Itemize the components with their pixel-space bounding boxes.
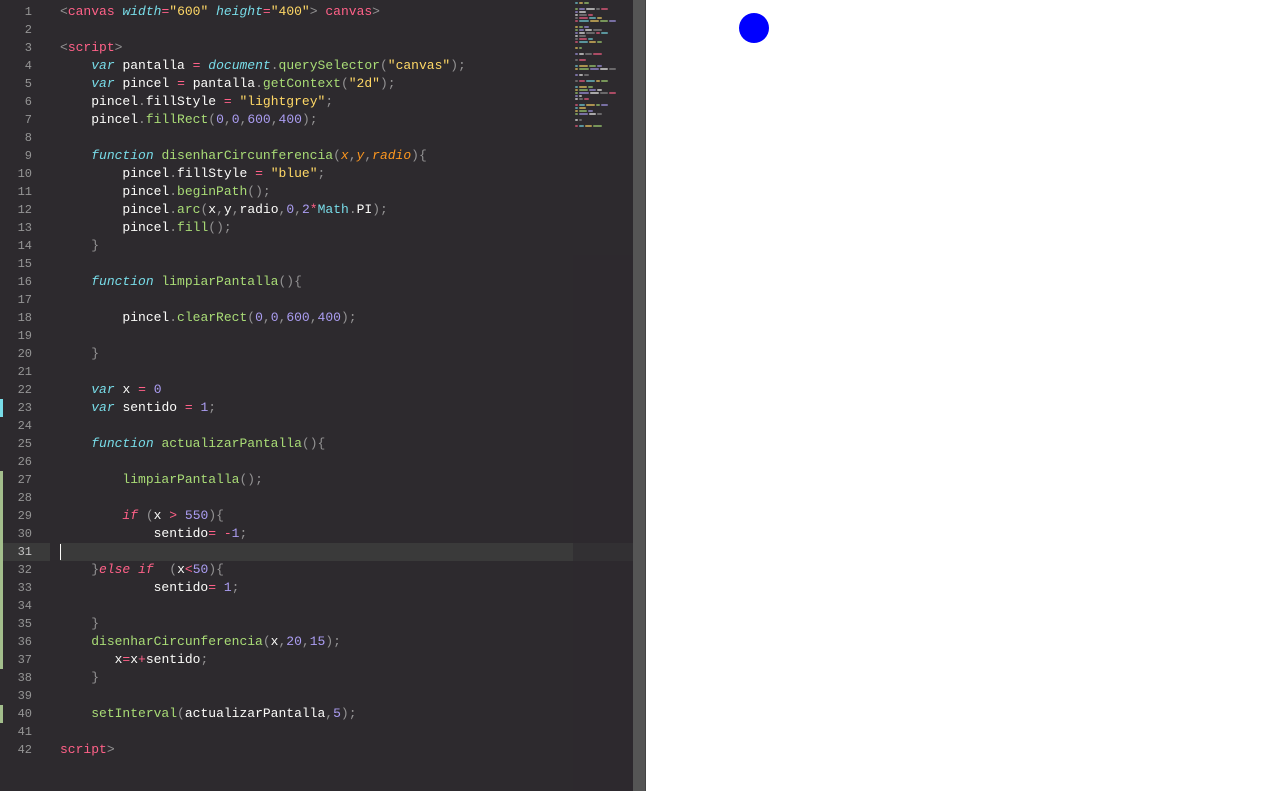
code-line[interactable] xyxy=(60,597,645,615)
line-number: 32 xyxy=(0,561,50,579)
line-number: 17 xyxy=(0,291,50,309)
code-line[interactable] xyxy=(60,291,645,309)
line-number: 15 xyxy=(0,255,50,273)
code-line[interactable]: script> xyxy=(60,741,645,759)
code-line[interactable] xyxy=(60,687,645,705)
code-line[interactable]: pincel.clearRect(0,0,600,400); xyxy=(60,309,645,327)
line-number: 36 xyxy=(0,633,50,651)
canvas-output xyxy=(654,8,1254,408)
rendered-circle xyxy=(739,13,769,43)
code-line[interactable]: } xyxy=(60,237,645,255)
line-number: 9 xyxy=(0,147,50,165)
vertical-scrollbar[interactable] xyxy=(633,0,645,791)
code-line[interactable]: function disenharCircunferencia(x,y,radi… xyxy=(60,147,645,165)
code-line[interactable] xyxy=(60,417,645,435)
preview-pane xyxy=(645,0,1265,791)
code-line[interactable] xyxy=(60,453,645,471)
line-number: 37 xyxy=(0,651,50,669)
line-number: 20 xyxy=(0,345,50,363)
line-number: 31 xyxy=(0,543,50,561)
code-editor-pane: 1234567891011121314151617181920212223242… xyxy=(0,0,645,791)
line-number: 33 xyxy=(0,579,50,597)
line-number: 11 xyxy=(0,183,50,201)
code-line[interactable] xyxy=(60,489,645,507)
line-number: 24 xyxy=(0,417,50,435)
line-number: 21 xyxy=(0,363,50,381)
line-number: 22 xyxy=(0,381,50,399)
code-editor-content[interactable]: <canvas width="600" height="400"> canvas… xyxy=(50,0,645,791)
code-line[interactable]: }else if (x<50){ xyxy=(60,561,645,579)
line-number: 25 xyxy=(0,435,50,453)
code-line[interactable]: function limpiarPantalla(){ xyxy=(60,273,645,291)
line-number: 16 xyxy=(0,273,50,291)
line-number: 30 xyxy=(0,525,50,543)
line-number: 42 xyxy=(0,741,50,759)
code-line[interactable]: } xyxy=(60,345,645,363)
code-line[interactable] xyxy=(60,543,645,561)
line-number: 6 xyxy=(0,93,50,111)
code-line[interactable] xyxy=(60,21,645,39)
line-number: 34 xyxy=(0,597,50,615)
line-number-gutter[interactable]: 1234567891011121314151617181920212223242… xyxy=(0,0,50,791)
line-number: 29 xyxy=(0,507,50,525)
line-number: 14 xyxy=(0,237,50,255)
line-number: 13 xyxy=(0,219,50,237)
line-number: 23 xyxy=(0,399,50,417)
line-number: 27 xyxy=(0,471,50,489)
line-number: 1 xyxy=(0,3,50,21)
line-number: 5 xyxy=(0,75,50,93)
line-number: 19 xyxy=(0,327,50,345)
code-line[interactable]: if (x > 550){ xyxy=(60,507,645,525)
code-line[interactable]: var x = 0 xyxy=(60,381,645,399)
scrollbar-thumb[interactable] xyxy=(633,0,645,791)
code-line[interactable] xyxy=(60,129,645,147)
code-line[interactable]: x=x+sentido; xyxy=(60,651,645,669)
code-line[interactable] xyxy=(60,363,645,381)
code-line[interactable]: disenharCircunferencia(x,20,15); xyxy=(60,633,645,651)
line-number: 2 xyxy=(0,21,50,39)
line-number: 28 xyxy=(0,489,50,507)
code-line[interactable]: setInterval(actualizarPantalla,5); xyxy=(60,705,645,723)
line-number: 10 xyxy=(0,165,50,183)
code-line[interactable]: var pantalla = document.querySelector("c… xyxy=(60,57,645,75)
code-line[interactable]: sentido= -1; xyxy=(60,525,645,543)
line-number: 4 xyxy=(0,57,50,75)
code-line[interactable]: function actualizarPantalla(){ xyxy=(60,435,645,453)
code-line[interactable]: var pincel = pantalla.getContext("2d"); xyxy=(60,75,645,93)
code-line[interactable]: pincel.fillStyle = "blue"; xyxy=(60,165,645,183)
code-line[interactable]: pincel.arc(x,y,radio,0,2*Math.PI); xyxy=(60,201,645,219)
code-line[interactable]: pincel.beginPath(); xyxy=(60,183,645,201)
line-number: 26 xyxy=(0,453,50,471)
code-line[interactable]: pincel.fillRect(0,0,600,400); xyxy=(60,111,645,129)
code-line[interactable]: <canvas width="600" height="400"> canvas… xyxy=(60,3,645,21)
line-number: 38 xyxy=(0,669,50,687)
line-number: 3 xyxy=(0,39,50,57)
code-line[interactable]: pincel.fillStyle = "lightgrey"; xyxy=(60,93,645,111)
code-line[interactable]: } xyxy=(60,669,645,687)
code-line[interactable]: var sentido = 1; xyxy=(60,399,645,417)
code-line[interactable] xyxy=(60,723,645,741)
code-line[interactable]: pincel.fill(); xyxy=(60,219,645,237)
code-line[interactable]: } xyxy=(60,615,645,633)
code-line[interactable]: sentido= 1; xyxy=(60,579,645,597)
code-line[interactable] xyxy=(60,327,645,345)
line-number: 39 xyxy=(0,687,50,705)
line-number: 40 xyxy=(0,705,50,723)
line-number: 18 xyxy=(0,309,50,327)
line-number: 8 xyxy=(0,129,50,147)
code-line[interactable] xyxy=(60,255,645,273)
line-number: 41 xyxy=(0,723,50,741)
code-line[interactable]: <script> xyxy=(60,39,645,57)
line-number: 35 xyxy=(0,615,50,633)
code-line[interactable]: limpiarPantalla(); xyxy=(60,471,645,489)
line-number: 12 xyxy=(0,201,50,219)
line-number: 7 xyxy=(0,111,50,129)
minimap[interactable] xyxy=(573,0,633,791)
